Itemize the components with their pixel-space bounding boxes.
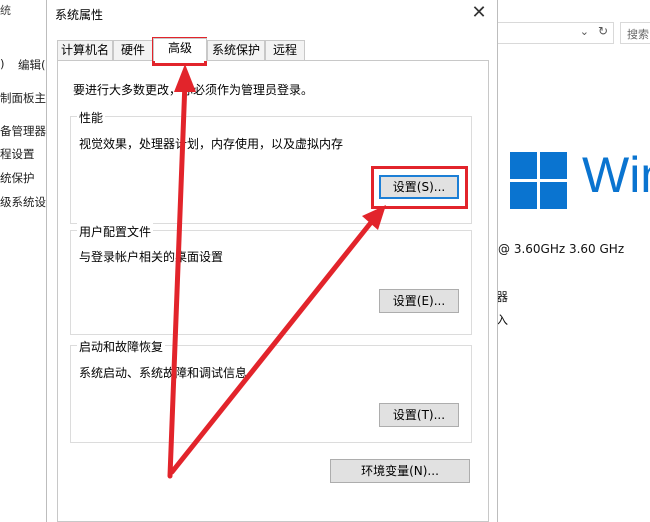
user-profiles-group: 用户配置文件 与登录帐户相关的桌面设置 设置(E)... xyxy=(70,223,472,335)
user-profiles-description: 与登录帐户相关的桌面设置 xyxy=(79,250,224,264)
environment-variables-button[interactable]: 环境变量(N)... xyxy=(330,459,470,483)
nav-item-protection[interactable]: 统保护 xyxy=(0,170,35,186)
tab-system-protection[interactable]: 系统保护 xyxy=(207,40,265,60)
nav-item-device-manager[interactable]: 备管理器 xyxy=(0,123,46,139)
advanced-tab-panel: 要进行大多数更改，你必须作为管理员登录。 性能 视觉效果，处理器计划，内存使用，… xyxy=(57,60,489,522)
background-title-text: 统 xyxy=(0,4,11,17)
cpu-speed-text: @ 3.60GHz 3.60 GHz xyxy=(498,242,625,256)
startup-recovery-title: 启动和故障恢复 xyxy=(77,338,166,355)
tab-computer-name[interactable]: 计算机名 xyxy=(57,40,113,60)
tab-advanced[interactable]: 高级 xyxy=(153,38,207,61)
performance-group: 性能 视觉效果，处理器计划，内存使用，以及虚拟内存 设置(S)... xyxy=(70,109,472,224)
startup-recovery-group: 启动和故障恢复 系统启动、系统故障和调试信息 设置(T)... xyxy=(70,338,472,443)
dialog-title: 系统属性 xyxy=(55,8,104,22)
windows-logo-icon xyxy=(510,152,568,210)
address-bar[interactable]: ⌄ ↻ xyxy=(496,22,614,44)
admin-note: 要进行大多数更改，你必须作为管理员登录。 xyxy=(73,83,314,97)
search-input[interactable]: 搜索 xyxy=(620,22,650,44)
nav-item-edit[interactable]: 编辑( xyxy=(18,57,46,73)
background-left-nav: ) 编辑( 制面板主 备管理器 程设置 统保护 级系统设 xyxy=(0,20,48,522)
performance-title: 性能 xyxy=(77,109,106,126)
close-icon[interactable]: ✕ xyxy=(469,2,489,23)
performance-description: 视觉效果，处理器计划，内存使用，以及虚拟内存 xyxy=(79,137,344,151)
tab-bar: 计算机名 硬件 高级 系统保护 远程 xyxy=(57,38,487,61)
user-profiles-title: 用户配置文件 xyxy=(77,223,154,240)
startup-recovery-description: 系统启动、系统故障和调试信息 xyxy=(79,366,248,380)
user-profiles-settings-button[interactable]: 设置(E)... xyxy=(379,289,459,313)
chevron-down-icon[interactable]: ⌄ xyxy=(580,25,589,38)
left-paren: ) xyxy=(0,57,5,71)
performance-settings-button[interactable]: 设置(S)... xyxy=(379,175,459,199)
nav-item-control-panel[interactable]: 制面板主 xyxy=(0,90,46,106)
nav-item-advanced[interactable]: 级系统设 xyxy=(0,194,46,210)
tab-hardware[interactable]: 硬件 xyxy=(113,40,153,60)
startup-recovery-settings-button[interactable]: 设置(T)... xyxy=(379,403,459,427)
refresh-icon[interactable]: ↻ xyxy=(598,24,608,38)
nav-item-remote[interactable]: 程设置 xyxy=(0,146,35,162)
background-system-info: ⌄ ↻ 搜索 Win @ 3.60GHz 3.60 GHz 器 入 xyxy=(496,0,650,522)
windows-wordmark: Win xyxy=(582,147,650,203)
tab-remote[interactable]: 远程 xyxy=(265,40,305,60)
system-properties-dialog: 系统属性 ✕ 计算机名 硬件 高级 系统保护 远程 要进行大多数更改，你必须作为… xyxy=(46,0,498,522)
